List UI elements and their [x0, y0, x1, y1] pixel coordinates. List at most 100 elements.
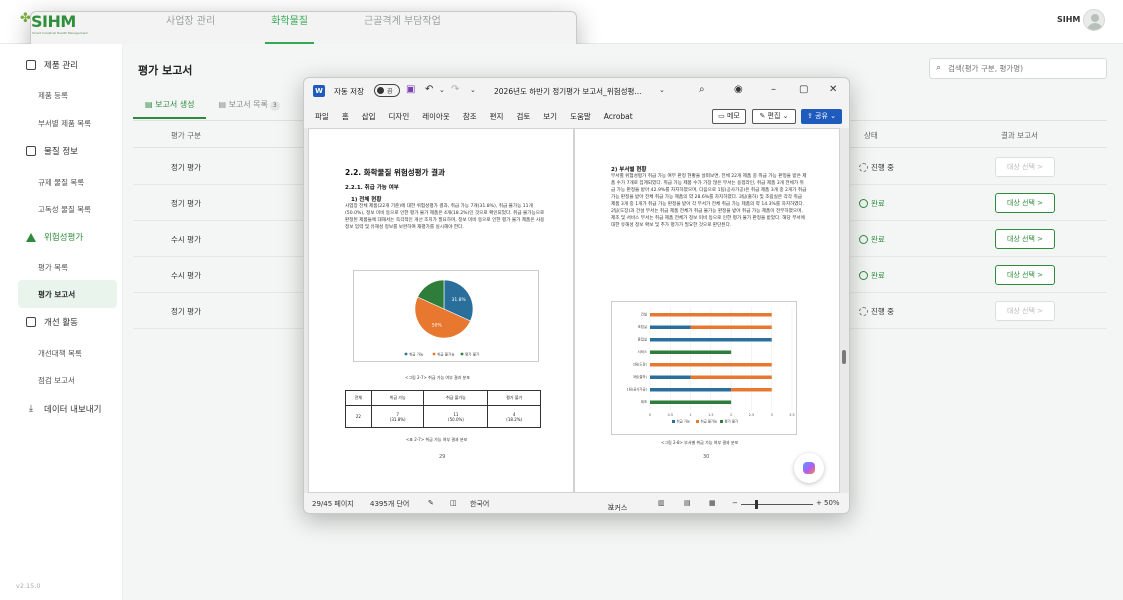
y-tick-label: 제조 — [641, 399, 647, 404]
ribbon-tab-insert[interactable]: 삽입 — [362, 107, 376, 127]
tab-create-report[interactable]: ▤ 보고서 생성 — [133, 94, 207, 119]
sidebar-group-products[interactable]: 제품 관리 — [26, 59, 78, 71]
bar-segment — [690, 375, 772, 379]
close-icon[interactable]: ✕ — [829, 84, 837, 95]
download-icon: ⤓ — [29, 404, 33, 414]
select-target-button[interactable]: 대상 선택 > — [995, 301, 1055, 321]
y-tick-label: 3팀(출하) — [633, 374, 648, 379]
account-icon[interactable]: ◉ — [734, 84, 743, 95]
status-badge: 완료 — [859, 198, 885, 209]
sidebar-item-improvement-list[interactable]: 개선대책 목록 — [38, 348, 82, 359]
web-layout-icon[interactable]: ▦ — [709, 499, 716, 507]
proofing-icon[interactable]: ✎ — [428, 499, 434, 507]
undo-icon[interactable]: ↶ — [425, 84, 433, 95]
undo-dropdown-icon[interactable]: ⌄ — [439, 86, 445, 94]
cell-pct: (31.8%) — [389, 416, 406, 422]
avatar[interactable] — [1083, 9, 1105, 31]
select-target-button[interactable]: 대상 선택 > — [995, 157, 1055, 177]
subsection-heading: 2) 부서별 현황 — [611, 167, 647, 173]
ribbon-tab-mailings[interactable]: 편지 — [490, 107, 504, 127]
sidebar-item-dept-products[interactable]: 부서별 제품 목록 — [38, 118, 91, 129]
save-icon[interactable]: ▣ — [406, 84, 415, 95]
sidebar-item-assessment-list[interactable]: 평가 목록 — [38, 262, 68, 273]
bar-segment — [650, 325, 691, 329]
y-tick-label: 2팀(도장) — [633, 362, 648, 367]
sidebar-item-inspection-report[interactable]: 점검 보고서 — [38, 375, 75, 386]
sidebar-item-regulated[interactable]: 규제 물질 목록 — [38, 177, 84, 188]
document-canvas[interactable]: 2.2. 화학물질 위험성평가 결과 2.2.1. 취급 가능 여부 1) 전체… — [304, 128, 849, 493]
table-header-cell: 전체 — [345, 390, 372, 406]
zoom-thumb[interactable] — [755, 500, 758, 509]
sidebar-item-product-register[interactable]: 제품 등록 — [38, 90, 68, 101]
nav-chemicals[interactable]: 화학물질 — [265, 0, 314, 44]
search-icon[interactable]: ⌕ — [699, 84, 705, 95]
comments-button[interactable]: ▭ 메모 — [712, 109, 746, 124]
legend-label: 취급 가능 — [677, 419, 691, 424]
autosave-toggle[interactable]: 끔 — [374, 84, 400, 97]
page-count[interactable]: 29/45 페이지 — [312, 499, 354, 509]
sihm-logo[interactable]: ✤ SIHM Smart Industrial Health Managemen… — [20, 9, 577, 448]
ribbon-tab-review[interactable]: 검토 — [516, 107, 530, 127]
ribbon-tab-design[interactable]: 디자인 — [389, 107, 410, 127]
ribbon-tab-view[interactable]: 보기 — [543, 107, 557, 127]
zoom-out-icon[interactable]: − — [732, 499, 738, 507]
ribbon-tab-acrobat[interactable]: Acrobat — [604, 107, 633, 127]
sidebar-group-improvement[interactable]: 개선 활동 — [26, 316, 78, 328]
customize-toolbar-icon[interactable]: ⌄ — [470, 86, 476, 94]
section-heading: 2.2. 화학물질 위험성평가 결과 — [345, 168, 445, 177]
table-cell: 22 — [345, 405, 372, 428]
document-title[interactable]: 2026년도 하반기 정기평가 보고서_위험성평... — [494, 86, 642, 97]
word-count[interactable]: 4395개 단어 — [370, 499, 409, 509]
status-label: 완료 — [871, 271, 885, 280]
pie-data-label: 31.8% — [451, 297, 466, 303]
tab-label: 보고서 목록 — [228, 100, 268, 109]
sidebar-group-risk-assessment[interactable]: 위험성평가 — [26, 231, 83, 243]
toggle-state: 끔 — [387, 88, 393, 95]
sidebar-item-assessment-report[interactable]: 평가 보고서 — [38, 289, 75, 300]
status-badge: 진행 중 — [859, 162, 894, 173]
nav-site-management[interactable]: 사업장 관리 — [160, 0, 221, 44]
word-window[interactable]: W 자동 저장 끔 ▣ ↶ ⌄ ↷ ⌄ 2026년도 하반기 정기평가 보고서_… — [303, 77, 850, 514]
ribbon-tab-file[interactable]: 파일 — [315, 107, 329, 127]
zoom-slider[interactable] — [741, 504, 813, 505]
language-label[interactable]: 한국어 — [470, 499, 489, 509]
clipboard-icon — [26, 317, 36, 327]
sidebar-group-label: 개선 활동 — [44, 318, 78, 328]
select-target-button[interactable]: 대상 선택 > — [995, 193, 1055, 213]
figure-caption: <그림 2-8> 부서별 취급 가능 여부 결과 분포 — [661, 440, 739, 445]
maximize-icon[interactable]: ▢ — [799, 84, 808, 95]
legend-swatch — [696, 420, 699, 423]
y-tick-label: 조립실 — [638, 324, 647, 329]
minimize-icon[interactable]: – — [771, 84, 776, 95]
vertical-scrollbar[interactable] — [842, 350, 846, 364]
ribbon-tab-references[interactable]: 참조 — [463, 107, 477, 127]
y-tick-label: 1팀(공사가공) — [627, 387, 648, 392]
y-tick-label: 용접실 — [638, 337, 647, 342]
copilot-button[interactable] — [794, 453, 824, 483]
search-box[interactable]: ⌕ — [929, 58, 1107, 79]
ribbon-tab-home[interactable]: 홈 — [342, 107, 349, 127]
read-mode-icon[interactable]: ▥ — [658, 499, 665, 507]
print-layout-icon[interactable]: ▤ — [684, 499, 691, 507]
editing-button[interactable]: ✎ 편집 ⌄ — [752, 109, 796, 124]
nav-musculoskeletal[interactable]: 근골격계 부담작업 — [358, 0, 447, 44]
sidebar-group-export[interactable]: ⤓ 데이터 내보내기 — [26, 403, 101, 415]
select-target-button[interactable]: 대상 선택 > — [995, 229, 1055, 249]
assessment-type: 정기 평가 — [171, 307, 201, 316]
ribbon-tab-layout[interactable]: 레이아웃 — [422, 107, 450, 127]
select-target-button[interactable]: 대상 선택 > — [995, 265, 1055, 285]
tab-report-list[interactable]: ▤ 보고서 목록 3 — [206, 94, 291, 116]
sidebar-group-substance-info[interactable]: 물질 정보 — [26, 145, 78, 157]
ribbon-tab-help[interactable]: 도움말 — [570, 107, 591, 127]
title-dropdown-icon[interactable]: ⌄ — [659, 86, 665, 94]
share-button[interactable]: ⇪ 공유 ⌄ — [801, 109, 842, 124]
accessibility-icon[interactable]: ◫ — [450, 499, 457, 507]
y-tick-label: 건설 — [641, 312, 647, 317]
focus-label: 포커스 — [608, 504, 628, 512]
zoom-in-icon[interactable]: + — [816, 499, 822, 507]
zoom-level[interactable]: 50% — [824, 499, 840, 507]
redo-icon[interactable]: ↷ — [451, 84, 459, 95]
search-input[interactable] — [948, 61, 1103, 76]
sidebar-item-high-toxicity[interactable]: 고독성 물질 목록 — [38, 204, 91, 215]
logo-tagline: Smart Industrial Health Management — [32, 31, 88, 35]
